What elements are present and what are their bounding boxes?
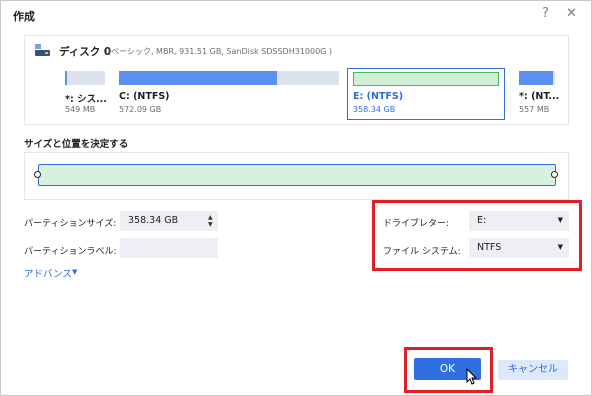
partition-size-slider[interactable] <box>38 164 556 186</box>
partition-c-drive[interactable]: C: (NTFS) 572.09 GB <box>114 66 344 120</box>
window-title: 作成 <box>13 10 35 23</box>
slider-left-handle[interactable] <box>34 171 41 178</box>
partition-recovery[interactable]: *: (NT... 557 MB <box>514 66 562 120</box>
slider-right-handle[interactable] <box>551 171 558 178</box>
partition-name: E: (NTFS) <box>353 91 404 102</box>
partition-usage-fill <box>65 71 67 85</box>
partition-usage-bar <box>519 71 555 85</box>
partition-size: 557 MB <box>519 105 550 114</box>
partition-e-drive[interactable]: E: (NTFS) 358.34 GB <box>347 68 505 120</box>
disk-icon <box>35 44 50 56</box>
partition-label-label: パーティションラベル: <box>24 247 117 257</box>
partition-size-field[interactable]: 358.34 GB ▲ ▼ <box>120 211 218 231</box>
spinner-icon[interactable]: ▲ ▼ <box>208 214 213 228</box>
cancel-button[interactable]: キャンセル <box>498 360 568 380</box>
partition-usage-bar <box>353 72 499 86</box>
partition-name: *: (NT... <box>519 91 560 102</box>
disk-info: (ベーシック, MBR, 931.51 GB, SanDisk SDSSDH31… <box>108 47 333 56</box>
close-icon[interactable]: ✕ <box>566 6 577 21</box>
partition-system-reserved[interactable]: *: シス... 549 MB <box>60 66 110 120</box>
highlight-box-ok <box>404 347 493 393</box>
advanced-link[interactable]: アドバンス <box>24 266 72 280</box>
partition-usage-fill <box>353 72 499 86</box>
disk-name: ディスク 0 <box>59 46 112 58</box>
partition-usage-bar <box>119 71 339 85</box>
partition-label-field[interactable] <box>120 238 218 258</box>
partition-usage-fill <box>119 71 278 85</box>
highlight-box-drive-settings <box>372 200 582 271</box>
partition-size: 549 MB <box>65 105 96 114</box>
partition-usage-fill <box>519 71 554 85</box>
title-bar: 作成 ? ✕ <box>1 1 591 31</box>
size-position-title: サイズと位置を決定する <box>24 139 129 150</box>
partition-size: 358.34 GB <box>353 105 396 114</box>
partition-size-value: 358.34 GB <box>128 215 179 226</box>
partition-size: 572.09 GB <box>119 105 162 114</box>
help-icon[interactable]: ? <box>542 6 549 21</box>
partition-size-label: パーティションサイズ: <box>24 219 117 229</box>
partition-usage-bar <box>65 71 105 85</box>
mouse-cursor-icon <box>466 368 478 385</box>
partition-name: C: (NTFS) <box>119 91 170 102</box>
partition-name: *: シス... <box>65 94 107 105</box>
chevron-down-icon[interactable]: ▼ <box>72 268 77 276</box>
